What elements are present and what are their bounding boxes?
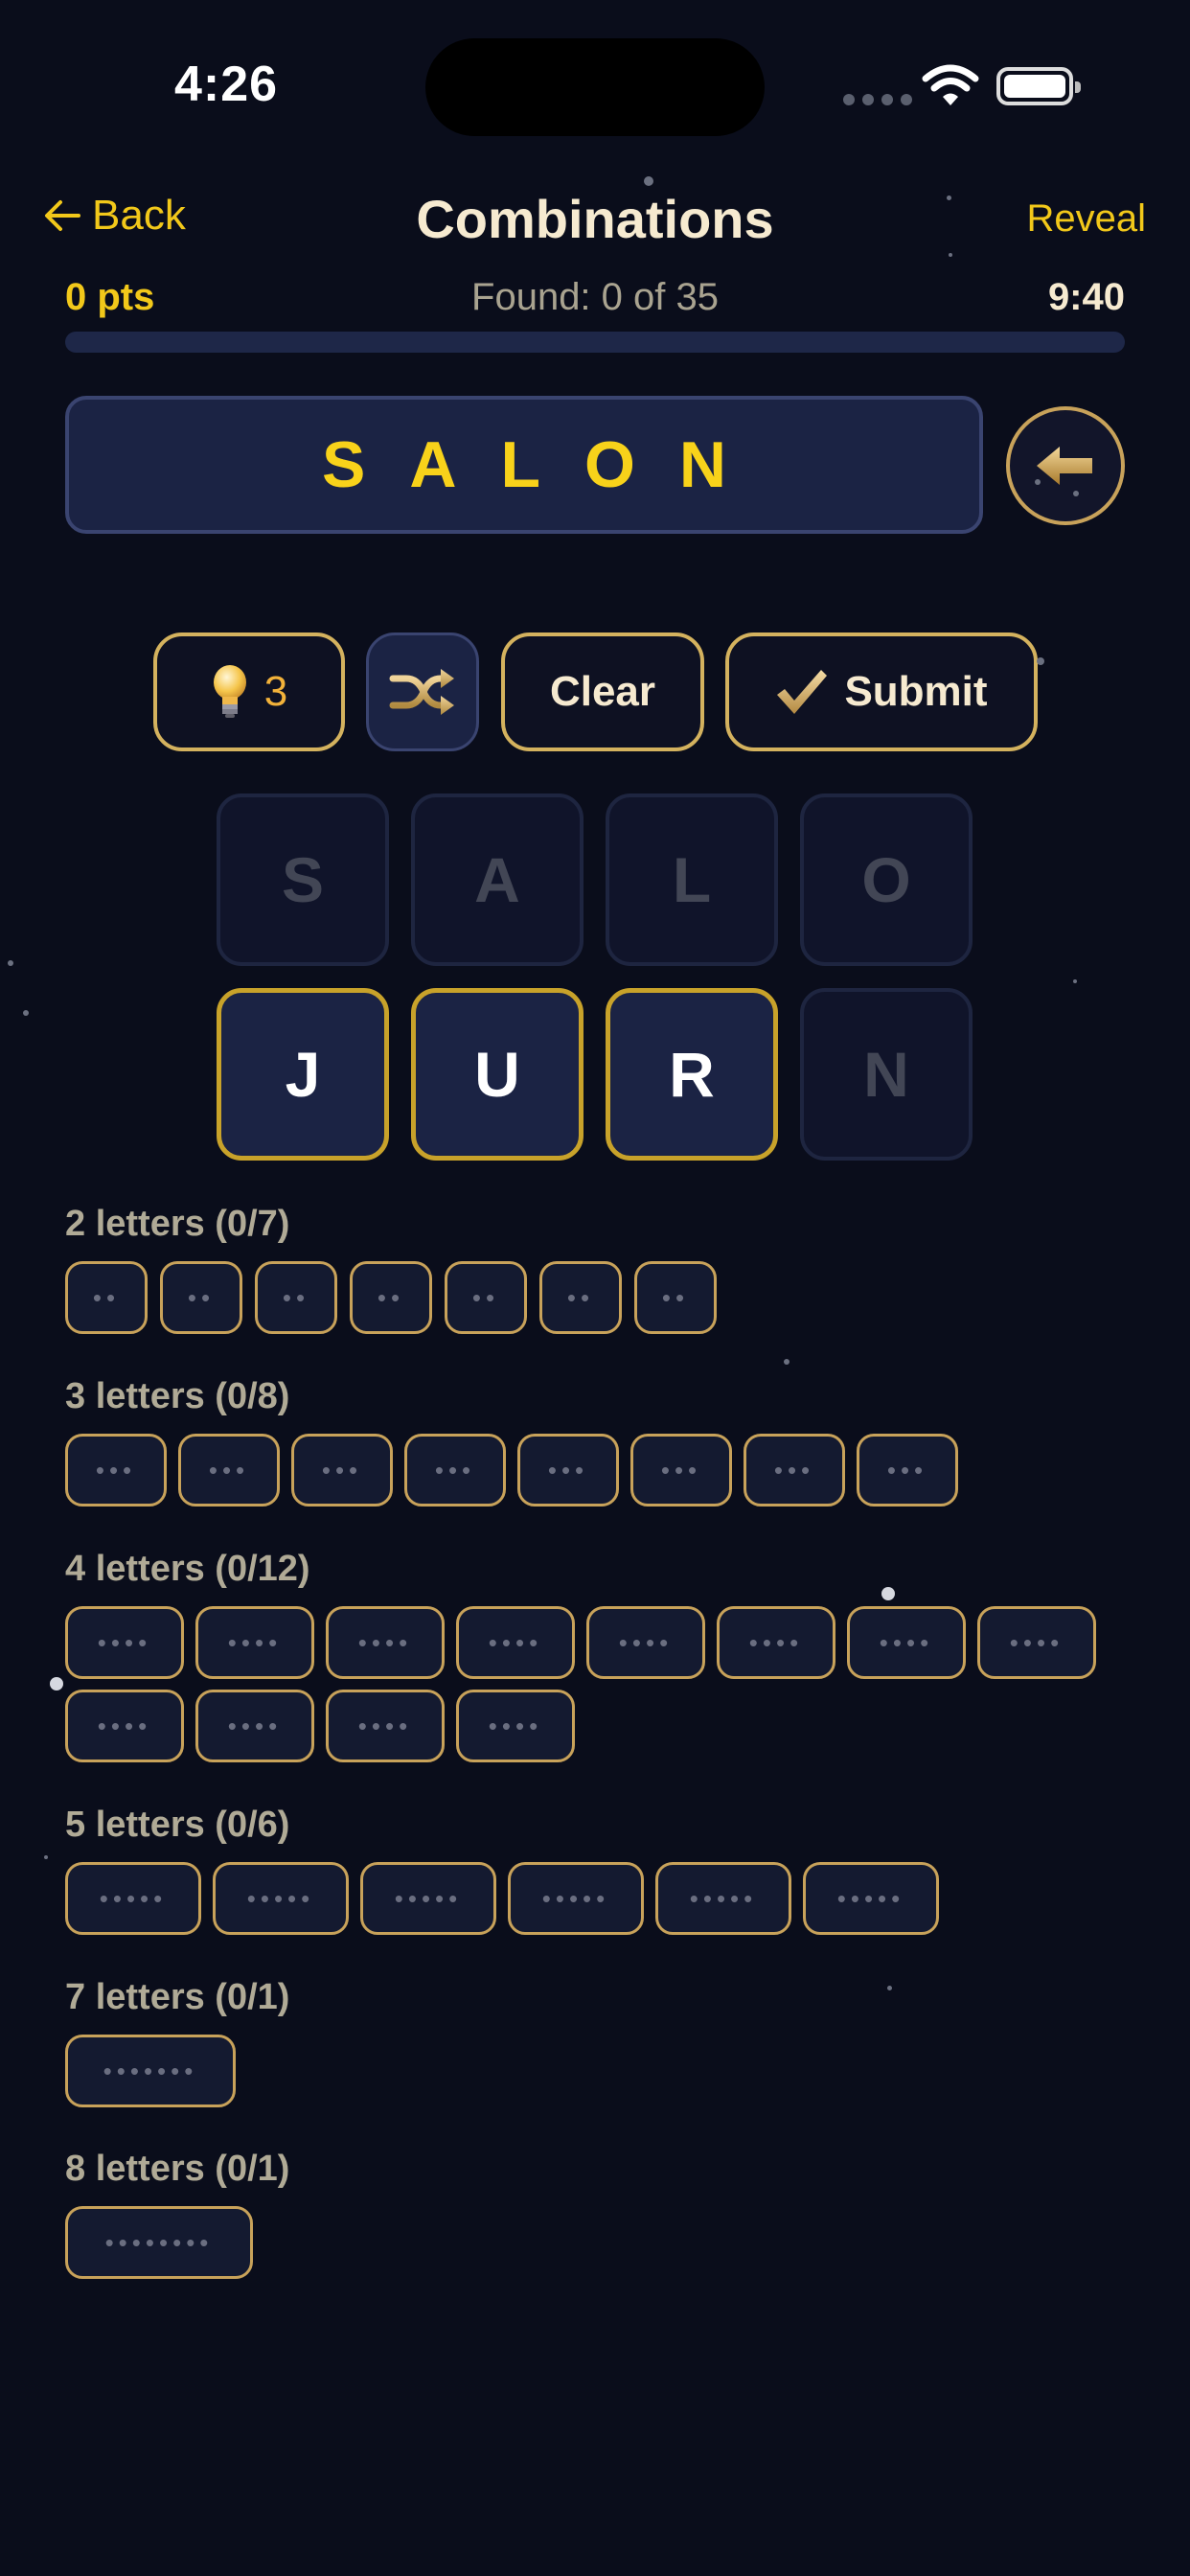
submit-label: Submit: [844, 668, 988, 715]
progress-bar: [65, 332, 1125, 353]
word-slot: ••: [445, 1261, 527, 1334]
letter-tile-a[interactable]: A: [411, 794, 584, 966]
current-word: SALON: [322, 428, 770, 501]
cellular-signal-icon: [843, 94, 912, 105]
word-slot: •••••: [65, 1862, 201, 1935]
word-slot: •••: [291, 1434, 393, 1506]
group-label-2-letters: 2 letters (0/7): [65, 1204, 290, 1244]
timer: 9:40: [1047, 276, 1125, 318]
group-label-5-letters: 5 letters (0/6): [65, 1805, 290, 1845]
shuffle-icon: [389, 669, 454, 715]
letter-tile-s[interactable]: S: [217, 794, 389, 966]
word-slot: ••••: [195, 1606, 314, 1679]
word-slot: ••: [634, 1261, 717, 1334]
background-dot: [644, 176, 653, 186]
word-slot: •••••: [655, 1862, 791, 1935]
hint-button[interactable]: 3: [153, 632, 345, 751]
letter-tile-o[interactable]: O: [800, 794, 973, 966]
background-dot: [881, 1587, 895, 1600]
wifi-icon: [922, 64, 979, 105]
word-slot: •••••: [213, 1862, 349, 1935]
background-dot: [947, 196, 951, 200]
word-slot: ••••: [847, 1606, 966, 1679]
background-dot: [784, 1359, 790, 1365]
reveal-button[interactable]: Reveal: [1026, 197, 1146, 241]
word-slot: •••: [65, 1434, 167, 1506]
word-slot: ••••: [326, 1690, 445, 1762]
word-slot: ••: [539, 1261, 622, 1334]
background-dot: [23, 1010, 29, 1016]
background-dot: [887, 1986, 892, 1990]
submit-button[interactable]: Submit: [725, 632, 1038, 751]
word-slot: •••: [404, 1434, 506, 1506]
battery-icon: [996, 67, 1081, 105]
hint-count: 3: [263, 668, 288, 715]
page-title: Combinations: [416, 189, 774, 249]
word-slot: ••••: [456, 1606, 575, 1679]
group-label-4-letters: 4 letters (0/12): [65, 1549, 310, 1589]
letter-tile-l[interactable]: L: [606, 794, 778, 966]
word-slot: ••: [350, 1261, 432, 1334]
background-dot: [1035, 479, 1041, 485]
background-dot: [44, 1855, 48, 1859]
group-label-7-letters: 7 letters (0/1): [65, 1977, 290, 2017]
clear-button[interactable]: Clear: [501, 632, 704, 751]
word-slot: •••: [857, 1434, 958, 1506]
letter-tile-j[interactable]: J: [217, 988, 389, 1161]
word-slot: ••••: [65, 1606, 184, 1679]
background-dot: [1073, 979, 1077, 983]
word-slot: ••••: [326, 1606, 445, 1679]
word-slot: ••••: [586, 1606, 705, 1679]
word-slot: ••: [65, 1261, 148, 1334]
dynamic-island: [425, 38, 765, 136]
word-slot: •••: [178, 1434, 280, 1506]
word-slot: •••••: [508, 1862, 644, 1935]
clear-label: Clear: [549, 668, 656, 715]
word-slot: •••: [744, 1434, 845, 1506]
letter-tile-u[interactable]: U: [411, 988, 584, 1161]
word-slot: ••••••••: [65, 2206, 253, 2279]
backspace-arrow-icon: [1037, 447, 1092, 485]
word-slot: •••: [517, 1434, 619, 1506]
group-label-8-letters: 8 letters (0/1): [65, 2149, 290, 2189]
found-counter: Found: 0 of 35: [471, 276, 719, 318]
word-slot: ••: [160, 1261, 242, 1334]
word-slot: ••••: [65, 1690, 184, 1762]
word-slot: •••••: [803, 1862, 939, 1935]
background-dot: [1073, 491, 1079, 496]
checkmark-icon: [777, 670, 828, 714]
background-dot: [949, 253, 952, 257]
word-slot: ••••: [717, 1606, 835, 1679]
letter-tile-r[interactable]: R: [606, 988, 778, 1161]
background-dot: [8, 960, 13, 966]
word-slot: •••••••: [65, 2035, 236, 2107]
word-slot: ••: [255, 1261, 337, 1334]
word-slot: ••••: [456, 1690, 575, 1762]
backspace-button[interactable]: [1006, 406, 1125, 525]
shuffle-button[interactable]: [366, 632, 479, 751]
status-time: 4:26: [174, 57, 279, 112]
word-slot: ••••: [977, 1606, 1096, 1679]
background-dot: [1037, 657, 1044, 665]
word-slot: •••••: [360, 1862, 496, 1935]
lightbulb-icon: [213, 665, 246, 718]
group-label-3-letters: 3 letters (0/8): [65, 1376, 290, 1416]
letter-tile-n[interactable]: N: [800, 988, 973, 1161]
word-slot: •••: [630, 1434, 732, 1506]
background-dot: [50, 1677, 63, 1690]
word-slot: ••••: [195, 1690, 314, 1762]
current-word-display: SALON: [65, 396, 983, 534]
